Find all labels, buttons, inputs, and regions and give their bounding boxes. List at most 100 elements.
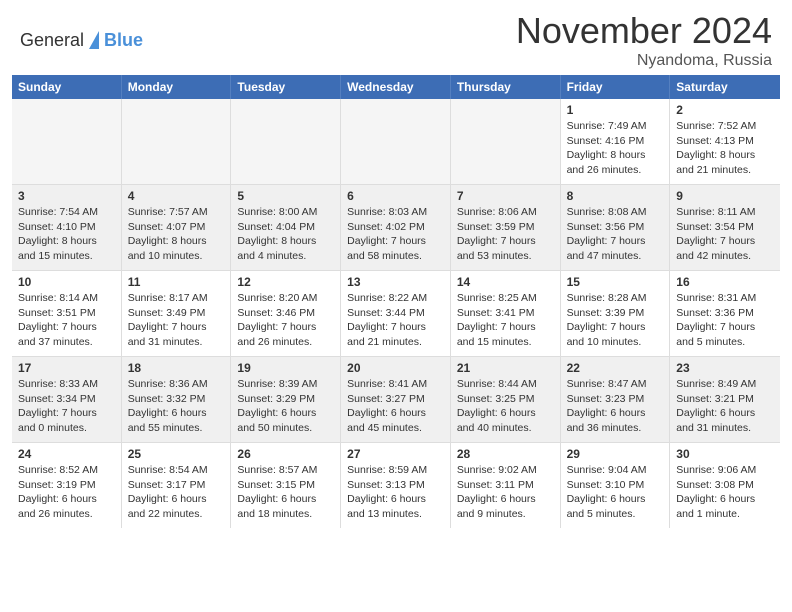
daylight-text: Daylight: 6 hours and 1 minute. <box>676 493 755 520</box>
sunset-text: Sunset: 3:51 PM <box>18 307 96 319</box>
calendar: Sunday Monday Tuesday Wednesday Thursday… <box>0 75 792 536</box>
daylight-text: Daylight: 6 hours and 45 minutes. <box>347 407 426 434</box>
sunset-text: Sunset: 3:36 PM <box>676 307 754 319</box>
calendar-cell <box>231 99 341 184</box>
daylight-text: Daylight: 7 hours and 58 minutes. <box>347 235 426 262</box>
sunrise-text: Sunrise: 8:20 AM <box>237 292 317 304</box>
calendar-cell: 24Sunrise: 8:52 AMSunset: 3:19 PMDayligh… <box>12 443 122 528</box>
calendar-cell: 27 Sunrise: 8:59 AMSunset: 3:13 PMDayligh… <box>341 443 451 528</box>
calendar-cell: 6Sunrise: 8:03 AMSunset: 4:02 PMDaylight… <box>341 185 451 270</box>
daylight-text: Daylight: 8 hours and 4 minutes. <box>237 235 316 262</box>
sunset-text: Sunset: 3:44 PM <box>347 307 425 319</box>
month-title: November 2024 <box>516 10 772 52</box>
daylight-text: Daylight: 6 hours and 31 minutes. <box>676 407 755 434</box>
sunset-text: Sunset: 3:34 PM <box>18 393 96 405</box>
calendar-cell: 18Sunrise: 8:36 AMSunset: 3:32 PMDayligh… <box>122 357 232 442</box>
sunrise-text: Sunrise: 8:14 AM <box>18 292 98 304</box>
day-number: 19 <box>237 361 334 375</box>
sunrise-text: Sunrise: 8:17 AM <box>128 292 208 304</box>
daylight-text: Daylight: 7 hours and 53 minutes. <box>457 235 536 262</box>
header-sunday: Sunday <box>12 75 122 99</box>
logo: General Blue <box>20 30 143 51</box>
day-info: Sunrise: 8:36 AMSunset: 3:32 PMDaylight:… <box>128 377 225 436</box>
day-number: 14 <box>457 275 554 289</box>
day-number: 16 <box>676 275 774 289</box>
sunrise-text: Sunrise: 8:03 AM <box>347 206 427 218</box>
sunset-text: Sunset: 3:21 PM <box>676 393 754 405</box>
day-info: Sunrise: 8:59 AMSunset: 3:13 PMDaylight:… <box>347 463 444 522</box>
sunset-text: Sunset: 4:02 PM <box>347 221 425 233</box>
sunrise-text: Sunrise: 8:31 AM <box>676 292 756 304</box>
sunset-text: Sunset: 3:49 PM <box>128 307 206 319</box>
calendar-cell: 7 Sunrise: 8:06 AMSunset: 3:59 PMDaylight… <box>451 185 561 270</box>
sunset-text: Sunset: 3:17 PM <box>128 479 206 491</box>
header-thursday: Thursday <box>451 75 561 99</box>
sunrise-text: Sunrise: 9:04 AM <box>567 464 647 476</box>
daylight-text: Daylight: 7 hours and 31 minutes. <box>128 321 207 348</box>
header-tuesday: Tuesday <box>231 75 341 99</box>
header-wednesday: Wednesday <box>341 75 451 99</box>
daylight-text: Daylight: 7 hours and 0 minutes. <box>18 407 97 434</box>
calendar-week-5: 24Sunrise: 8:52 AMSunset: 3:19 PMDayligh… <box>12 443 780 528</box>
calendar-cell: 16Sunrise: 8:31 AMSunset: 3:36 PMDayligh… <box>670 271 780 356</box>
day-number: 23 <box>676 361 774 375</box>
daylight-text: Daylight: 7 hours and 42 minutes. <box>676 235 755 262</box>
sunrise-text: Sunrise: 8:28 AM <box>567 292 647 304</box>
sunrise-text: Sunrise: 7:57 AM <box>128 206 208 218</box>
sunrise-text: Sunrise: 8:54 AM <box>128 464 208 476</box>
day-number: 12 <box>237 275 334 289</box>
day-info: Sunrise: 8:06 AMSunset: 3:59 PMDaylight:… <box>457 205 554 264</box>
daylight-text: Daylight: 7 hours and 10 minutes. <box>567 321 646 348</box>
sunrise-text: Sunrise: 8:33 AM <box>18 378 98 390</box>
sunrise-text: Sunrise: 8:00 AM <box>237 206 317 218</box>
day-number: 2 <box>676 103 774 117</box>
day-info: Sunrise: 8:00 AMSunset: 4:04 PMDaylight:… <box>237 205 334 264</box>
day-number: 28 <box>457 447 554 461</box>
sunset-text: Sunset: 3:25 PM <box>457 393 535 405</box>
day-number: 4 <box>128 189 225 203</box>
calendar-cell: 29Sunrise: 9:04 AMSunset: 3:10 PMDayligh… <box>561 443 671 528</box>
sunset-text: Sunset: 3:08 PM <box>676 479 754 491</box>
calendar-cell: 12Sunrise: 8:20 AMSunset: 3:46 PMDayligh… <box>231 271 341 356</box>
day-number: 7 <box>457 189 554 203</box>
sunrise-text: Sunrise: 8:41 AM <box>347 378 427 390</box>
sunrise-text: Sunrise: 8:22 AM <box>347 292 427 304</box>
day-info: Sunrise: 8:44 AMSunset: 3:25 PMDaylight:… <box>457 377 554 436</box>
sunset-text: Sunset: 4:13 PM <box>676 135 754 147</box>
calendar-cell: 13Sunrise: 8:22 AMSunset: 3:44 PMDayligh… <box>341 271 451 356</box>
day-info: Sunrise: 8:49 AMSunset: 3:21 PMDaylight:… <box>676 377 774 436</box>
calendar-cell: 11Sunrise: 8:17 AMSunset: 3:49 PMDayligh… <box>122 271 232 356</box>
sunset-text: Sunset: 4:10 PM <box>18 221 96 233</box>
calendar-week-4: 17 Sunrise: 8:33 AM Sunset: 3:34 PM Dayligh… <box>12 357 780 443</box>
day-info: Sunrise: 7:49 AMSunset: 4:16 PMDaylight:… <box>567 119 664 178</box>
day-number: 17 <box>18 361 115 375</box>
sunset-text: Sunset: 3:13 PM <box>347 479 425 491</box>
calendar-body: 1Sunrise: 7:49 AMSunset: 4:16 PMDaylight… <box>12 99 780 528</box>
day-number: 29 <box>567 447 664 461</box>
day-info: Sunrise: 8:31 AMSunset: 3:36 PMDaylight:… <box>676 291 774 350</box>
day-number: 20 <box>347 361 444 375</box>
calendar-cell <box>122 99 232 184</box>
day-info: Sunrise: 7:54 AMSunset: 4:10 PMDaylight:… <box>18 205 115 264</box>
sunrise-text: Sunrise: 8:36 AM <box>128 378 208 390</box>
header-saturday: Saturday <box>670 75 780 99</box>
sunrise-text: Sunrise: 8:39 AM <box>237 378 317 390</box>
day-info: Sunrise: 8:57 AMSunset: 3:15 PMDaylight:… <box>237 463 334 522</box>
sunrise-text: Sunrise: 8:57 AM <box>237 464 317 476</box>
day-number: 8 <box>567 189 664 203</box>
day-info: Sunrise: 8:20 AMSunset: 3:46 PMDaylight:… <box>237 291 334 350</box>
calendar-week-1: 1Sunrise: 7:49 AMSunset: 4:16 PMDaylight… <box>12 99 780 185</box>
day-info: Sunrise: 8:03 AM Sunset: 4:02 PM Daylight:… <box>347 205 444 264</box>
daylight-text: Daylight: 8 hours and 10 minutes. <box>128 235 207 262</box>
daylight-text: Daylight: 6 hours and 50 minutes. <box>237 407 316 434</box>
sunset-text: Sunset: 3:27 PM <box>347 393 425 405</box>
day-info: Sunrise: 8:52 AMSunset: 3:19 PMDaylight:… <box>18 463 115 522</box>
sunrise-text: Sunrise: 9:02 AM <box>457 464 537 476</box>
sunset-text: Sunset: 3:46 PM <box>237 307 315 319</box>
calendar-cell: 10Sunrise: 8:14 AMSunset: 3:51 PMDayligh… <box>12 271 122 356</box>
day-number: 27 <box>347 447 444 461</box>
header-monday: Monday <box>122 75 232 99</box>
sunrise-text: Sunrise: 8:25 AM <box>457 292 537 304</box>
day-info: Sunrise: 8:08 AMSunset: 3:56 PMDaylight:… <box>567 205 664 264</box>
sunrise-text: Sunrise: 7:52 AM <box>676 120 756 132</box>
